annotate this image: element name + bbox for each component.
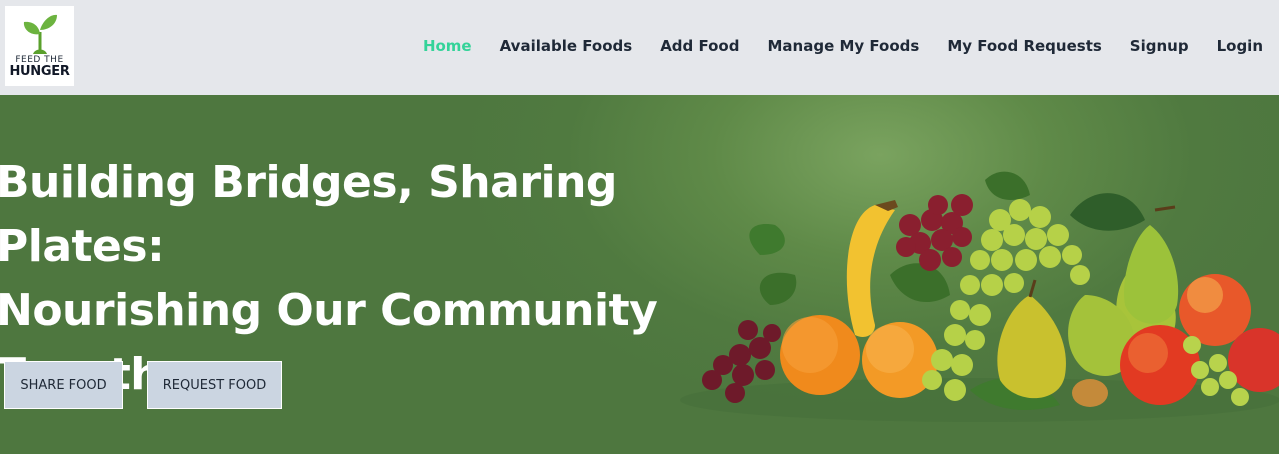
- nav-available-foods[interactable]: Available Foods: [500, 37, 633, 55]
- hero-title-line-1: Building Bridges, Sharing Plates:: [0, 157, 617, 272]
- share-food-button[interactable]: SHARE FOOD: [4, 361, 123, 409]
- logo[interactable]: FEED THE HUNGER: [5, 6, 74, 86]
- nav-signup[interactable]: Signup: [1130, 37, 1189, 55]
- hero-banner: Building Bridges, Sharing Plates: Nouris…: [0, 95, 1279, 454]
- nav-my-food-requests[interactable]: My Food Requests: [947, 37, 1101, 55]
- fruit-basket-image: [680, 171, 1279, 422]
- nav-add-food[interactable]: Add Food: [660, 37, 739, 55]
- sprout-logo-icon: [23, 14, 57, 54]
- main-nav: Home Available Foods Add Food Manage My …: [423, 37, 1263, 55]
- nav-login[interactable]: Login: [1217, 37, 1263, 55]
- logo-text-bottom: HUNGER: [9, 64, 70, 79]
- nav-home[interactable]: Home: [423, 37, 472, 55]
- navbar: FEED THE HUNGER Home Available Foods Add…: [0, 0, 1279, 95]
- hero-title-line-2: Nourishing Our Community: [0, 285, 658, 336]
- request-food-button[interactable]: REQUEST FOOD: [147, 361, 282, 409]
- nav-manage-my-foods[interactable]: Manage My Foods: [767, 37, 919, 55]
